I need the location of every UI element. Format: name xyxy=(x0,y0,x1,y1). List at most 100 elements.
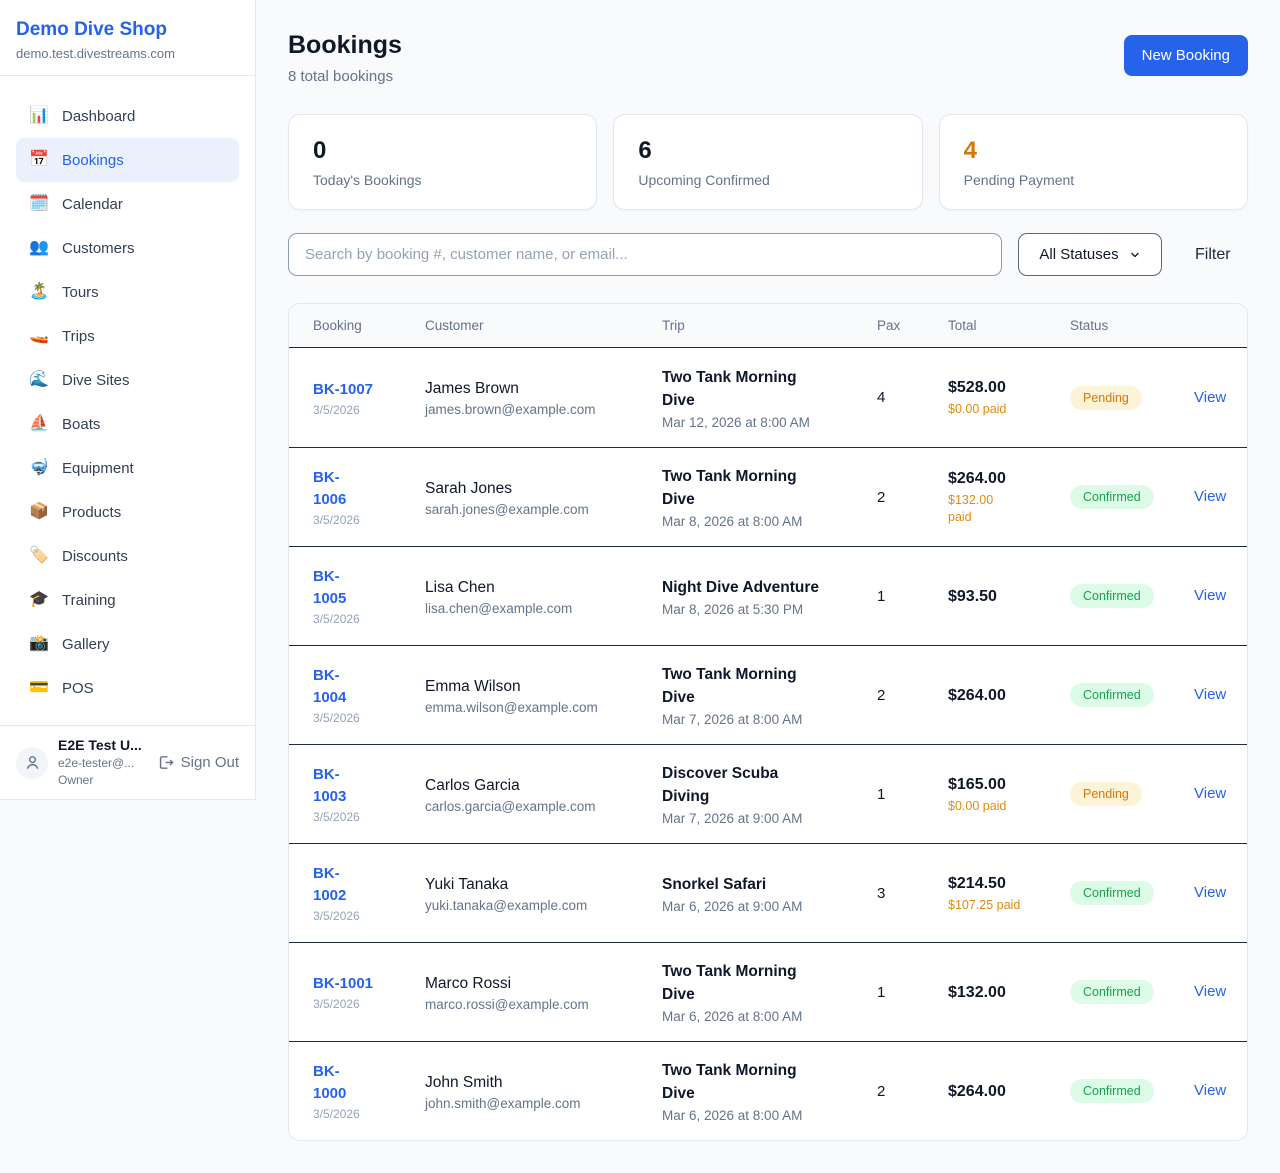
sidebar-item-pos[interactable]: 💳POS xyxy=(16,666,239,710)
total-amount: $132.00 xyxy=(948,982,1056,1003)
sidebar-item-label: Calendar xyxy=(62,196,123,213)
view-link[interactable]: View xyxy=(1194,389,1226,406)
sidebar-nav: 📊Dashboard📅Bookings🗓️Calendar👥Customers🏝… xyxy=(0,76,255,710)
trip-cell: Snorkel Safari Mar 6, 2026 at 9:00 AM xyxy=(662,873,877,914)
action-cell: View xyxy=(1194,785,1235,803)
booking-date: 3/5/2026 xyxy=(313,909,411,923)
customer-name: Yuki Tanaka xyxy=(425,874,648,895)
sidebar-item-calendar[interactable]: 🗓️ Calendar xyxy=(16,182,239,226)
status-cell: Confirmed xyxy=(1070,881,1194,905)
filter-button[interactable]: Filter xyxy=(1195,246,1231,264)
page-header: Bookings 8 total bookings New Booking xyxy=(288,30,1248,85)
sidebar-item-label: Dashboard xyxy=(62,108,135,125)
sidebar-item-boats[interactable]: ⛵Boats xyxy=(16,402,239,446)
status-badge: Confirmed xyxy=(1070,584,1154,608)
booking-cell: BK-1007 3/5/2026 xyxy=(313,379,425,417)
sign-out-label: Sign Out xyxy=(181,754,239,771)
status-cell: Confirmed xyxy=(1070,485,1194,509)
paid-amount: $107.25 paid xyxy=(948,897,1056,914)
new-booking-button[interactable]: New Booking xyxy=(1124,35,1248,76)
trip-datetime: Mar 6, 2026 at 8:00 AM xyxy=(662,1009,863,1024)
booking-id-link[interactable]: BK- 1003 xyxy=(313,764,346,808)
action-cell: View xyxy=(1194,686,1235,704)
stat-label: Upcoming Confirmed xyxy=(638,172,897,188)
sidebar-item-gallery[interactable]: 📸Gallery xyxy=(16,622,239,666)
user-footer: E2E Test U... e2e-tester@... Owner Sign … xyxy=(0,725,255,799)
trip-name: Snorkel Safari xyxy=(662,873,863,896)
boats-icon: ⛵ xyxy=(28,416,50,432)
trip-datetime: Mar 7, 2026 at 8:00 AM xyxy=(662,712,863,727)
view-link[interactable]: View xyxy=(1194,587,1226,604)
booking-id-link[interactable]: BK- 1006 xyxy=(313,467,346,511)
status-badge: Confirmed xyxy=(1070,1079,1154,1103)
customer-name: John Smith xyxy=(425,1072,648,1093)
column-header-customer: Customer xyxy=(425,318,662,333)
sidebar-item-bookings[interactable]: 📅Bookings xyxy=(16,138,239,182)
customer-email: james.brown@example.com xyxy=(425,402,648,417)
action-cell: View xyxy=(1194,1082,1235,1100)
sidebar-item-products[interactable]: 📦Products xyxy=(16,490,239,534)
equipment-icon: 🤿 xyxy=(28,460,50,476)
view-link[interactable]: View xyxy=(1194,686,1226,703)
view-link[interactable]: View xyxy=(1194,785,1226,802)
customer-email: marco.rossi@example.com xyxy=(425,997,648,1012)
booking-id-link[interactable]: BK-1007 xyxy=(313,379,373,401)
trip-cell: Discover Scuba Diving Mar 7, 2026 at 9:0… xyxy=(662,762,877,826)
booking-id-link[interactable]: BK- 1002 xyxy=(313,863,346,907)
sidebar-item-tours[interactable]: 🏝️Tours xyxy=(16,270,239,314)
trip-datetime: Mar 6, 2026 at 9:00 AM xyxy=(662,899,863,914)
view-link[interactable]: View xyxy=(1194,983,1226,1000)
sidebar-item-label: Training xyxy=(62,592,116,609)
sidebar-item-training[interactable]: 🎓Training xyxy=(16,578,239,622)
stat-label: Pending Payment xyxy=(964,172,1223,188)
view-link[interactable]: View xyxy=(1194,488,1226,505)
sidebar-item-discounts[interactable]: 🏷️Discounts xyxy=(16,534,239,578)
view-link[interactable]: View xyxy=(1194,884,1226,901)
total-cell: $264.00$132.00 paid xyxy=(948,468,1070,526)
sidebar-item-equipment[interactable]: 🤿Equipment xyxy=(16,446,239,490)
customer-name: Lisa Chen xyxy=(425,577,648,598)
trip-name: Two Tank Morning Dive xyxy=(662,960,863,1006)
status-cell: Confirmed xyxy=(1070,980,1194,1004)
pos-icon: 💳 xyxy=(28,680,50,696)
stat-value: 0 xyxy=(313,136,572,165)
status-cell: Pending xyxy=(1070,386,1194,410)
customer-cell: John Smith john.smith@example.com xyxy=(425,1072,662,1111)
table-row: BK- 1000 3/5/2026 John Smith john.smith@… xyxy=(289,1041,1247,1140)
tours-icon: 🏝️ xyxy=(28,284,50,300)
status-select-value: All Statuses xyxy=(1039,246,1118,263)
customer-email: emma.wilson@example.com xyxy=(425,700,648,715)
sidebar-item-dashboard[interactable]: 📊Dashboard xyxy=(16,94,239,138)
sidebar-item-customers[interactable]: 👥Customers xyxy=(16,226,239,270)
trip-datetime: Mar 8, 2026 at 8:00 AM xyxy=(662,514,863,529)
shop-name: Demo Dive Shop xyxy=(16,18,239,42)
sign-out-button[interactable]: Sign Out xyxy=(157,754,239,771)
booking-id-link[interactable]: BK- 1000 xyxy=(313,1061,346,1105)
booking-id-link[interactable]: BK- 1005 xyxy=(313,566,346,610)
bookings-icon: 📅 xyxy=(28,152,50,168)
pax-count: 4 xyxy=(877,389,948,406)
status-badge: Confirmed xyxy=(1070,683,1154,707)
stats-row: 0Today's Bookings6Upcoming Confirmed4Pen… xyxy=(288,114,1248,210)
booking-id-link[interactable]: BK-1001 xyxy=(313,973,373,995)
action-cell: View xyxy=(1194,884,1235,902)
trip-name: Two Tank Morning Dive xyxy=(662,465,863,511)
sidebar-item-dive-sites[interactable]: 🌊Dive Sites xyxy=(16,358,239,402)
user-info: E2E Test U... e2e-tester@... Owner xyxy=(58,736,147,789)
status-filter-select[interactable]: All Statuses xyxy=(1018,233,1162,276)
booking-id-link[interactable]: BK- 1004 xyxy=(313,665,346,709)
search-input[interactable] xyxy=(288,233,1002,276)
table-body: BK-1007 3/5/2026 James Brown james.brown… xyxy=(289,348,1247,1140)
trip-cell: Two Tank Morning Dive Mar 8, 2026 at 8:0… xyxy=(662,465,877,529)
view-link[interactable]: View xyxy=(1194,1082,1226,1099)
total-amount: $528.00 xyxy=(948,377,1056,398)
sidebar-item-trips[interactable]: 🚤Trips xyxy=(16,314,239,358)
calendar-icon: 🗓️ xyxy=(28,196,50,212)
sidebar-item-label: Trips xyxy=(62,328,95,345)
customer-cell: Sarah Jones sarah.jones@example.com xyxy=(425,478,662,517)
customer-name: Emma Wilson xyxy=(425,676,648,697)
total-amount: $93.50 xyxy=(948,586,1056,607)
booking-cell: BK- 1004 3/5/2026 xyxy=(313,665,425,725)
status-badge: Confirmed xyxy=(1070,881,1154,905)
dive-sites-icon: 🌊 xyxy=(28,372,50,388)
